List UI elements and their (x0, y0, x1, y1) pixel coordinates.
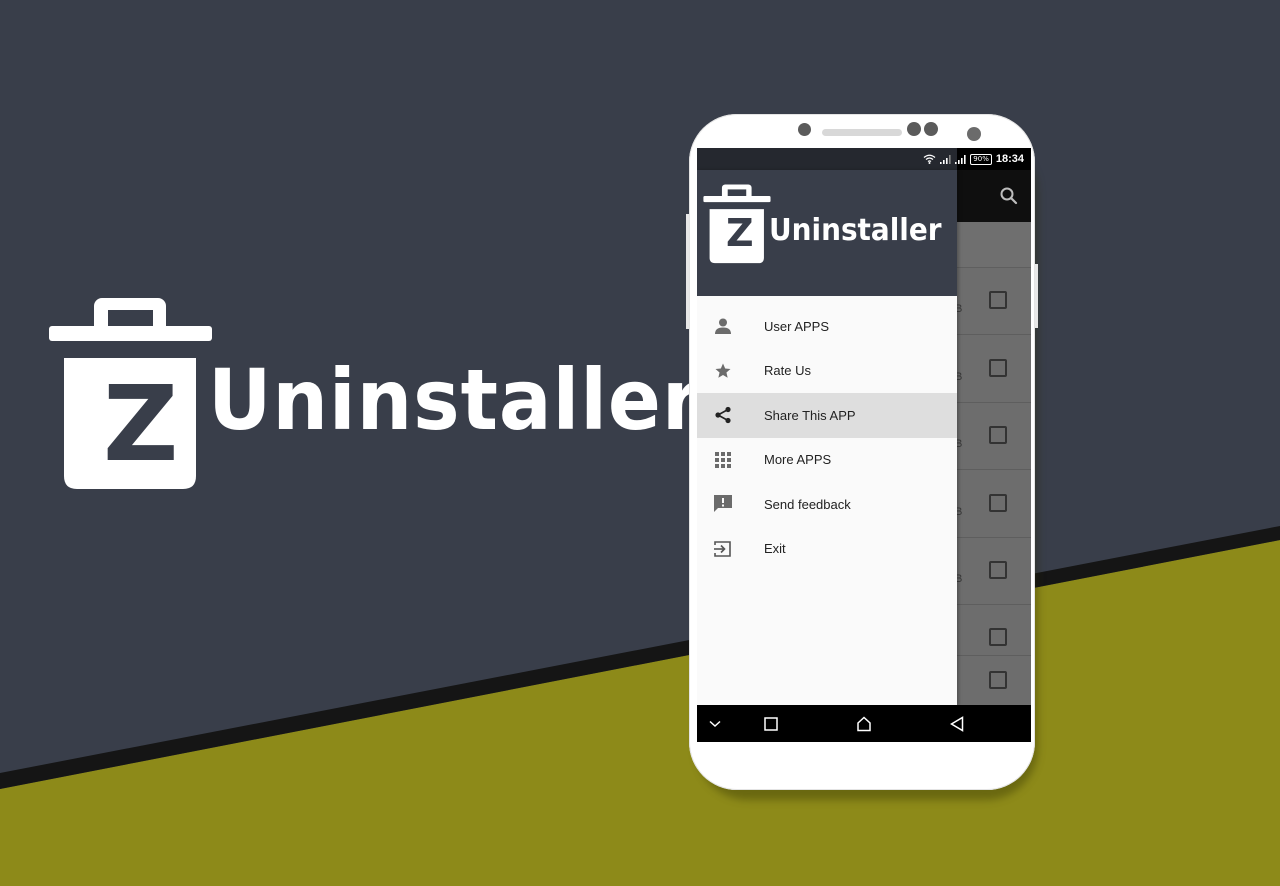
row-checkbox[interactable] (989, 426, 1007, 444)
earpiece-speaker (822, 129, 902, 136)
menu-item-exit[interactable]: Exit (697, 527, 957, 572)
menu-item-rate-us[interactable]: Rate Us (697, 349, 957, 394)
drawer-title: Uninstaller (769, 213, 942, 248)
front-camera (907, 122, 921, 136)
person-icon (713, 316, 733, 336)
search-button[interactable] (997, 184, 1021, 208)
menu-item-label: Rate Us (764, 363, 811, 379)
drawer-menu: User APPS Rate Us Share This APP More AP… (697, 304, 957, 571)
phone-frame: 90% 18:34 B B B B B Z Uninstaller User A… (686, 114, 1038, 790)
status-icons: 90% 18:34 (923, 151, 1024, 167)
exit-icon (713, 539, 733, 559)
phone-side-button (686, 214, 689, 329)
hero-title: Uninstaller (208, 351, 702, 449)
search-icon (1000, 187, 1018, 205)
menu-item-share-this-app[interactable]: Share This APP (697, 393, 957, 438)
menu-item-label: Share This APP (764, 407, 856, 423)
drawer-logo-letter: Z (726, 211, 754, 255)
apps-grid-icon (713, 450, 733, 470)
row-checkbox[interactable] (989, 291, 1007, 309)
proximity-sensor (967, 127, 981, 141)
share-icon (713, 405, 733, 425)
menu-item-send-feedback[interactable]: Send feedback (697, 482, 957, 527)
phone-side-button (1035, 264, 1038, 328)
home-button[interactable] (854, 714, 874, 734)
back-button[interactable] (947, 714, 967, 734)
status-clock: 18:34 (995, 153, 1024, 165)
menu-item-more-apps[interactable]: More APPS (697, 438, 957, 483)
row-checkbox[interactable] (989, 628, 1007, 646)
star-icon (713, 361, 733, 381)
row-checkbox[interactable] (989, 359, 1007, 377)
hero-logo: Z Uninstaller (48, 296, 700, 496)
chevron-down-icon (709, 720, 721, 728)
front-camera (924, 122, 938, 136)
feedback-icon (713, 494, 733, 514)
back-icon (950, 716, 964, 732)
menu-item-user-apps[interactable]: User APPS (697, 304, 957, 349)
drawer-header: Z Uninstaller (697, 170, 957, 296)
row-checkbox[interactable] (989, 494, 1007, 512)
row-checkbox[interactable] (989, 671, 1007, 689)
phone-screen: 90% 18:34 B B B B B Z Uninstaller User A… (697, 148, 1031, 742)
system-nav-bar (697, 705, 1031, 742)
signal-icon (955, 154, 966, 164)
battery-icon: 90% (970, 153, 992, 165)
navigation-drawer: Z Uninstaller User APPS Rate Us Share Th… (697, 170, 957, 705)
wifi-icon (923, 154, 936, 164)
menu-item-label: Exit (764, 541, 786, 557)
menu-item-label: Send feedback (764, 496, 851, 512)
front-sensor (798, 123, 811, 136)
hide-nav-button[interactable] (705, 714, 725, 734)
recents-icon (764, 717, 778, 731)
home-icon (857, 716, 871, 732)
menu-item-label: User APPS (764, 318, 830, 334)
signal-icon (940, 154, 951, 164)
recents-button[interactable] (761, 714, 781, 734)
status-bar-tint (697, 148, 957, 170)
logo-letter: Z (103, 363, 179, 485)
row-checkbox[interactable] (989, 561, 1007, 579)
status-bar: 90% 18:34 (697, 148, 1031, 170)
menu-item-label: More APPS (764, 452, 832, 468)
